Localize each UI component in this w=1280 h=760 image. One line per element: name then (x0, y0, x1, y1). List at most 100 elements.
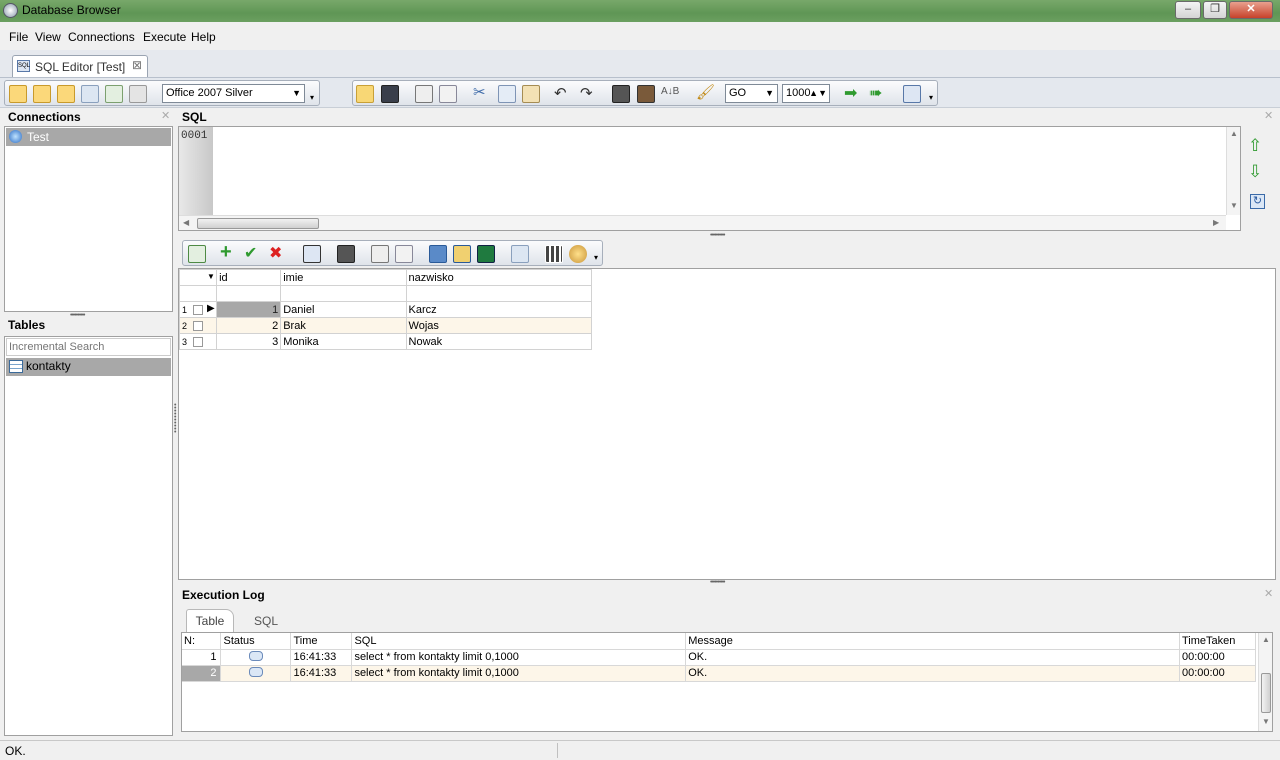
table-row[interactable]: 1 16:41:33 select * from kontakty limit … (182, 649, 1257, 666)
refresh-icon[interactable]: ↻ (1250, 194, 1265, 209)
minimize-button[interactable]: – (1175, 1, 1201, 19)
grid-print-preview-icon[interactable] (395, 245, 413, 263)
tab-sql[interactable]: SQL (248, 612, 284, 632)
find-icon[interactable] (612, 85, 630, 103)
undo-icon[interactable]: ↶ (554, 84, 567, 102)
copy-icon[interactable] (498, 85, 516, 103)
sql-vertical-scrollbar[interactable]: ▲ ▼ (1226, 127, 1240, 215)
export-excel-icon[interactable] (477, 245, 495, 263)
print-icon[interactable] (415, 85, 433, 103)
table-row[interactable]: 2 16:41:33 select * from kontakty limit … (182, 665, 1257, 682)
sql-editor-icon[interactable] (9, 85, 27, 103)
settings-icon[interactable] (569, 245, 587, 263)
grid-refresh-icon[interactable] (188, 245, 206, 263)
splitter-grip[interactable]: •••••••••• (710, 579, 725, 586)
table-row[interactable]: 2 2 Brak Wojas (178, 317, 593, 334)
menu-view[interactable]: View (35, 30, 61, 44)
incremental-search-input[interactable] (6, 338, 171, 356)
replace-icon[interactable]: A↓B (661, 86, 679, 97)
cell-id[interactable]: 1 (216, 301, 282, 318)
redo-icon[interactable]: ↷ (580, 84, 593, 102)
sql-format-icon[interactable] (903, 85, 921, 103)
scroll-up-icon[interactable]: ▲ (1230, 129, 1238, 138)
menu-connections[interactable]: Connections (68, 30, 135, 44)
scroll-down-icon[interactable]: ▼ (1230, 201, 1238, 210)
cell-nazwisko[interactable]: Karcz (405, 301, 593, 318)
table-row[interactable]: 1 ▶ 1 Daniel Karcz (178, 301, 593, 318)
column-chooser-icon[interactable] (511, 245, 529, 263)
log-vertical-scrollbar[interactable]: ▲ ▼ (1258, 633, 1272, 731)
export-icon[interactable] (303, 245, 321, 263)
scroll-left-icon[interactable]: ◀ (183, 218, 189, 227)
column-header-id[interactable]: id (216, 269, 282, 286)
sql-editor[interactable]: 0001 ▲ ▼ ◀ ▶ (178, 126, 1241, 231)
column-header-imie[interactable]: imie (280, 269, 407, 286)
paste-icon[interactable] (522, 85, 540, 103)
scroll-down-icon[interactable]: ▼ (1262, 717, 1270, 726)
delete-row-icon[interactable]: ✖ (269, 243, 282, 263)
scroll-up-icon[interactable]: ▲ (1262, 635, 1270, 644)
grid-print-icon[interactable] (371, 245, 389, 263)
grid-filter-row[interactable] (178, 285, 593, 302)
clear-brush-icon[interactable]: 🖌 (696, 83, 715, 101)
connection-icon[interactable] (33, 85, 51, 103)
export-xml-icon[interactable] (453, 245, 471, 263)
theme-select[interactable]: Office 2007 Silver ▼ (162, 84, 305, 103)
comment-icon[interactable] (57, 85, 75, 103)
cell-imie[interactable]: Monika (280, 333, 407, 350)
columns-icon[interactable] (545, 245, 563, 263)
delimiter-select[interactable]: GO ▼ (725, 84, 778, 103)
row-checkbox[interactable] (193, 305, 203, 315)
close-panel-icon[interactable]: ✕ (1264, 587, 1273, 600)
menu-file[interactable]: File (9, 30, 28, 44)
open-folder-icon[interactable] (356, 85, 374, 103)
history-down-icon[interactable]: ⇩ (1248, 162, 1262, 182)
menu-execute[interactable]: Execute (143, 30, 186, 44)
tab-table[interactable]: Table (186, 609, 234, 633)
scroll-thumb[interactable] (197, 218, 319, 229)
table-item[interactable]: kontakty (6, 358, 171, 376)
menu-help[interactable]: Help (191, 30, 216, 44)
row-indicator[interactable]: 1 ▶ (178, 301, 218, 318)
row-checkbox[interactable] (193, 337, 203, 347)
scroll-thumb[interactable] (1261, 673, 1271, 713)
export-html-icon[interactable] (429, 245, 447, 263)
find-next-icon[interactable] (637, 85, 655, 103)
toolbar-overflow-icon[interactable]: ▾ (594, 253, 598, 262)
cell-imie[interactable]: Daniel (280, 301, 407, 318)
row-limit-spinner[interactable]: 1000 ▲▼ (782, 84, 830, 103)
post-row-icon[interactable]: ✔ (244, 243, 257, 263)
close-tab-icon[interactable]: ⊠ (132, 58, 142, 72)
row-indicator[interactable]: 2 (178, 317, 218, 334)
close-panel-icon[interactable]: ✕ (161, 109, 170, 122)
close-button[interactable]: ✕ (1229, 1, 1273, 19)
cell-id[interactable]: 3 (216, 333, 282, 350)
table-row[interactable]: 3 3 Monika Nowak (178, 333, 593, 350)
tab-sql-editor[interactable]: SQL SQL Editor [Test] ⊠ (12, 55, 148, 77)
close-panel-icon[interactable]: ✕ (1264, 109, 1273, 122)
table-view-icon[interactable] (81, 85, 99, 103)
row-checkbox[interactable] (193, 321, 203, 331)
cell-nazwisko[interactable]: Wojas (405, 317, 593, 334)
cell-imie[interactable]: Brak (280, 317, 407, 334)
add-row-icon[interactable]: + (220, 241, 232, 264)
toolbar-overflow-icon[interactable]: ▾ (310, 93, 314, 102)
grid-find-icon[interactable] (337, 245, 355, 263)
splitter-grip[interactable]: •••••••••• (710, 232, 725, 239)
toolbar-overflow-icon[interactable]: ▾ (929, 93, 933, 102)
spinner-arrows-icon[interactable]: ▲▼ (809, 85, 827, 102)
connection-item[interactable]: Test (6, 128, 171, 146)
history-up-icon[interactable]: ⇧ (1248, 136, 1262, 156)
cell-id[interactable]: 2 (216, 317, 282, 334)
add-window-icon[interactable] (105, 85, 123, 103)
save-icon[interactable] (381, 85, 399, 103)
grid-corner[interactable]: ▼ (178, 269, 218, 286)
execute-icon[interactable]: ➡ (844, 83, 857, 103)
column-header-nazwisko[interactable]: nazwisko (405, 269, 593, 286)
row-indicator[interactable]: 3 (178, 333, 218, 350)
execute-all-icon[interactable]: ➠ (869, 83, 882, 103)
cut-icon[interactable]: ✂ (473, 83, 486, 101)
remove-window-icon[interactable] (129, 85, 147, 103)
scroll-right-icon[interactable]: ▶ (1213, 218, 1219, 227)
maximize-button[interactable]: ❐ (1203, 1, 1227, 19)
